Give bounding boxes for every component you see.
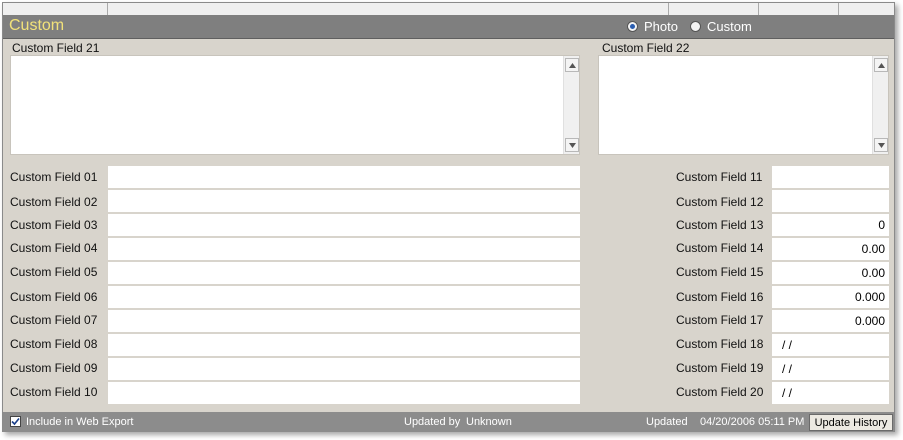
custom-field-16-input[interactable]: 0.000 bbox=[772, 286, 889, 309]
chevron-down-icon[interactable] bbox=[565, 138, 579, 152]
custom-field-13-input[interactable]: 0 bbox=[772, 214, 889, 237]
checkmark-icon bbox=[11, 417, 20, 426]
custom-field-15-input[interactable]: 0.00 bbox=[772, 262, 889, 285]
vertical-scrollbar[interactable] bbox=[872, 56, 888, 154]
field-label: Custom Field 18 bbox=[676, 337, 764, 351]
custom-field-09-input[interactable] bbox=[108, 358, 580, 381]
field-label: Custom Field 10 bbox=[10, 385, 98, 399]
custom-field-11-input[interactable] bbox=[772, 166, 889, 189]
panel-header: Custom Photo Custom bbox=[3, 15, 894, 39]
custom-field-17-input[interactable]: 0.000 bbox=[772, 310, 889, 333]
chevron-up-icon[interactable] bbox=[874, 58, 888, 72]
custom-field-04-input[interactable] bbox=[108, 238, 580, 261]
field-label: Custom Field 05 bbox=[10, 265, 98, 279]
field-label: Custom Field 12 bbox=[676, 195, 764, 209]
field-label: Custom Field 17 bbox=[676, 313, 764, 327]
field-value: 0.000 bbox=[854, 290, 885, 304]
custom-field-12-input[interactable] bbox=[772, 190, 889, 213]
field-value: / / bbox=[782, 386, 793, 400]
field-value: 0 bbox=[878, 218, 885, 232]
custom-field-20-input[interactable]: / / bbox=[772, 382, 889, 405]
top-tab-strip bbox=[3, 3, 894, 15]
custom-field-22-textarea[interactable] bbox=[598, 55, 889, 155]
custom-field-19-input[interactable]: / / bbox=[772, 358, 889, 381]
field-value: 0.000 bbox=[854, 314, 885, 328]
include-web-export-checkbox[interactable] bbox=[10, 416, 21, 427]
updated-label: Updated bbox=[646, 416, 688, 428]
photo-radio[interactable]: Photo bbox=[627, 19, 678, 34]
photo-radio-label: Photo bbox=[644, 19, 678, 34]
field-label: Custom Field 08 bbox=[10, 337, 98, 351]
chevron-down-icon[interactable] bbox=[874, 138, 888, 152]
tab-divider bbox=[107, 3, 108, 15]
field-value: / / bbox=[782, 362, 793, 376]
vertical-scrollbar[interactable] bbox=[563, 56, 579, 154]
tab-divider bbox=[838, 3, 839, 15]
field-value: 0.00 bbox=[861, 266, 885, 280]
panel-title: Custom bbox=[9, 17, 65, 34]
field-value: / / bbox=[782, 338, 793, 352]
custom-field-03-input[interactable] bbox=[108, 214, 580, 237]
update-history-button[interactable]: Update History bbox=[809, 414, 893, 431]
custom-panel: Custom Photo Custom Custom Field 21 Cust… bbox=[2, 2, 895, 432]
updated-timestamp: 04/20/2006 05:11 PM bbox=[700, 416, 805, 428]
field-label: Custom Field 07 bbox=[10, 313, 98, 327]
custom-field-05-input[interactable] bbox=[108, 262, 580, 285]
memo-field-label: Custom Field 22 bbox=[602, 41, 690, 55]
field-label: Custom Field 19 bbox=[676, 361, 764, 375]
field-value: 0.00 bbox=[861, 242, 885, 256]
custom-field-07-input[interactable] bbox=[108, 310, 580, 333]
status-footer: Include in Web Export Updated by Unknown… bbox=[3, 412, 894, 432]
custom-field-08-input[interactable] bbox=[108, 334, 580, 357]
field-label: Custom Field 02 bbox=[10, 195, 98, 209]
field-label: Custom Field 13 bbox=[676, 218, 764, 232]
custom-field-01-input[interactable] bbox=[108, 166, 580, 189]
field-label: Custom Field 06 bbox=[10, 290, 98, 304]
view-mode-radio-group: Photo Custom bbox=[627, 19, 764, 34]
tab-divider bbox=[758, 3, 759, 15]
tab-divider bbox=[668, 3, 669, 15]
custom-field-06-input[interactable] bbox=[108, 286, 580, 309]
custom-field-10-input[interactable] bbox=[108, 382, 580, 405]
chevron-up-icon[interactable] bbox=[565, 58, 579, 72]
updated-by-value: Unknown bbox=[466, 416, 512, 428]
custom-field-02-input[interactable] bbox=[108, 190, 580, 213]
field-label: Custom Field 01 bbox=[10, 170, 98, 184]
field-label: Custom Field 03 bbox=[10, 218, 98, 232]
field-label: Custom Field 20 bbox=[676, 385, 764, 399]
updated-by-label: Updated by bbox=[404, 416, 461, 428]
field-label: Custom Field 14 bbox=[676, 241, 764, 255]
custom-field-14-input[interactable]: 0.00 bbox=[772, 238, 889, 261]
custom-radio-label: Custom bbox=[706, 19, 752, 34]
field-label: Custom Field 16 bbox=[676, 290, 764, 304]
field-label: Custom Field 15 bbox=[676, 265, 764, 279]
include-web-export-label: Include in Web Export bbox=[26, 416, 134, 428]
field-label: Custom Field 04 bbox=[10, 241, 98, 255]
custom-field-18-input[interactable]: / / bbox=[772, 334, 889, 357]
field-label: Custom Field 11 bbox=[676, 170, 763, 184]
custom-radio[interactable]: Custom bbox=[689, 19, 752, 34]
memo-field-label: Custom Field 21 bbox=[12, 41, 100, 55]
field-label: Custom Field 09 bbox=[10, 361, 98, 375]
custom-field-21-textarea[interactable] bbox=[10, 55, 580, 155]
radio-unselected-icon bbox=[689, 21, 701, 32]
radio-selected-icon bbox=[627, 21, 638, 32]
